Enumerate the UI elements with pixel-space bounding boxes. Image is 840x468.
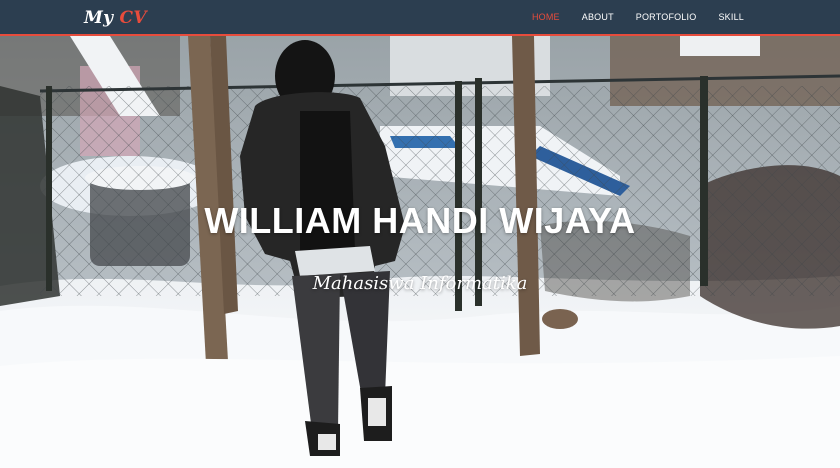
nav-menu: HOME ABOUT PORTOFOLIO SKILL	[532, 0, 840, 34]
hero-background-photo	[0, 36, 840, 468]
hero-subtitle: Mahasiswa Informatika	[312, 273, 528, 294]
brand-logo[interactable]: My CV	[84, 8, 147, 28]
hero-section: WILLIAM HANDI WIJAYA Mahasiswa Informati…	[0, 36, 840, 468]
nav-about[interactable]: ABOUT	[582, 12, 614, 22]
nav-skill[interactable]: SKILL	[718, 12, 744, 22]
hero-title: WILLIAM HANDI WIJAYA	[204, 200, 636, 241]
navbar: My CV HOME ABOUT PORTOFOLIO SKILL	[0, 0, 840, 36]
brand-text: My	[84, 8, 120, 28]
brand-accent-text: CV	[119, 8, 147, 28]
nav-portofolio[interactable]: PORTOFOLIO	[636, 12, 697, 22]
nav-home[interactable]: HOME	[532, 12, 560, 22]
